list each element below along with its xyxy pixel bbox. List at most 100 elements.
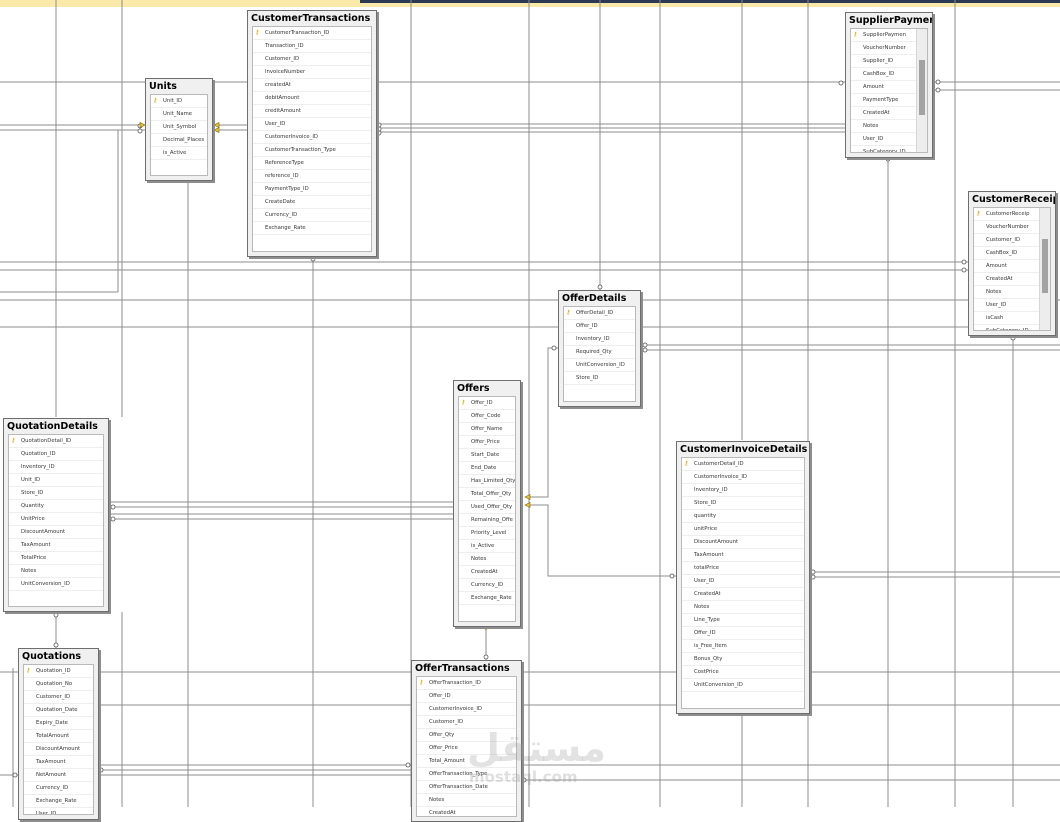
column-row[interactable]: OfferTransaction_Date — [417, 781, 516, 794]
column-row[interactable]: ReferenceType — [253, 157, 371, 170]
column-row[interactable]: UnitConversion_ID — [682, 679, 804, 692]
column-row[interactable]: CashBox_ID — [974, 247, 1040, 260]
column-row[interactable]: ⚷ SupplierPaymen — [851, 29, 917, 42]
column-row[interactable]: Unit_Symbol — [151, 121, 207, 134]
column-row[interactable]: CreatedAt — [459, 566, 515, 579]
column-row[interactable]: Notes — [682, 601, 804, 614]
column-row[interactable]: User_ID — [851, 133, 917, 146]
column-row[interactable]: CustomerInvoice_ID — [253, 131, 371, 144]
column-row[interactable]: Exchange_Rate — [253, 222, 371, 235]
column-row[interactable]: UnitConversion_ID — [9, 578, 103, 591]
scrollbar[interactable] — [1039, 208, 1050, 330]
column-row[interactable]: totalPrice — [682, 562, 804, 575]
column-row[interactable]: Start_Date — [459, 449, 515, 462]
column-row[interactable]: ⚷ CustomerDetail_ID — [682, 458, 804, 471]
column-row[interactable]: Offer_ID — [564, 320, 635, 333]
column-row[interactable]: Required_Qty — [564, 346, 635, 359]
column-row[interactable]: Notes — [417, 794, 516, 807]
column-row[interactable]: TaxAmount — [682, 549, 804, 562]
column-row[interactable]: Exchange_Rate — [24, 795, 93, 808]
column-row[interactable]: quantity — [682, 510, 804, 523]
column-row[interactable]: TaxAmount — [9, 539, 103, 552]
column-row[interactable]: Currency_ID — [253, 209, 371, 222]
column-row[interactable]: Notes — [974, 286, 1040, 299]
column-row[interactable]: Offer_ID — [417, 690, 516, 703]
column-row[interactable]: Amount — [974, 260, 1040, 273]
column-row[interactable]: DiscountAmount — [682, 536, 804, 549]
column-row[interactable]: InvoiceNumber — [253, 66, 371, 79]
column-row[interactable]: Offer_Name — [459, 423, 515, 436]
column-row[interactable]: VoucherNumber — [851, 42, 917, 55]
table-customerinvoicedetails[interactable]: CustomerInvoiceDetails ⚷ CustomerDetail_I… — [676, 441, 810, 714]
scrollbar-thumb[interactable] — [919, 59, 925, 116]
table-offertransactions[interactable]: OfferTransactions ⚷ OfferTransaction_ID Of… — [411, 660, 522, 822]
column-row[interactable]: Quantity — [9, 500, 103, 513]
column-row[interactable]: Currency_ID — [24, 782, 93, 795]
column-row[interactable]: Currency_ID — [459, 579, 515, 592]
table-units[interactable]: Units ⚷ Unit_ID Unit_Name Unit_Symbol Decima… — [145, 78, 213, 181]
column-row[interactable]: CustomerInvoice_ID — [417, 703, 516, 716]
column-row[interactable]: DiscountAmount — [24, 743, 93, 756]
column-row[interactable]: Inventory_ID — [682, 484, 804, 497]
column-row[interactable]: CashBox_ID — [851, 68, 917, 81]
column-row[interactable]: DiscountAmount — [9, 526, 103, 539]
column-row[interactable]: SubCategory_ID — [974, 325, 1040, 330]
column-row[interactable]: is_Free_Item — [682, 640, 804, 653]
column-row[interactable]: ⚷ QuotationDetail_ID — [9, 435, 103, 448]
column-row[interactable]: Amount — [851, 81, 917, 94]
column-row[interactable]: creditAmount — [253, 105, 371, 118]
column-row[interactable]: debitAmount — [253, 92, 371, 105]
column-row[interactable]: CreateDate — [253, 196, 371, 209]
column-row[interactable]: Quotation_ID — [9, 448, 103, 461]
column-row[interactable]: User_ID — [974, 299, 1040, 312]
column-row[interactable]: Bonus_Qty — [682, 653, 804, 666]
column-row[interactable]: ⚷ Offer_ID — [459, 397, 515, 410]
column-row[interactable]: Has_Limited_Qty — [459, 475, 515, 488]
column-row[interactable]: CustomerTransaction_Type — [253, 144, 371, 157]
column-row[interactable]: CreatedAt — [974, 273, 1040, 286]
column-row[interactable]: Offer_Code — [459, 410, 515, 423]
column-row[interactable]: Offer_Price — [417, 742, 516, 755]
column-row[interactable]: Line_Type — [682, 614, 804, 627]
column-row[interactable]: SubCategory_ID — [851, 146, 917, 152]
column-row[interactable]: UnitPrice — [9, 513, 103, 526]
table-supplierpayment[interactable]: SupplierPaymentV ⚷ SupplierPaymen VoucherN… — [845, 12, 933, 158]
column-row[interactable]: Notes — [851, 120, 917, 133]
column-row[interactable]: User_ID — [24, 808, 93, 814]
column-row[interactable]: Store_ID — [682, 497, 804, 510]
column-row[interactable]: Total_Offer_Qty — [459, 488, 515, 501]
column-row[interactable]: is_Active — [459, 540, 515, 553]
table-quotationdetails[interactable]: QuotationDetails ⚷ QuotationDetail_ID Quot… — [3, 418, 109, 612]
column-row[interactable]: ⚷ CustomerReceip — [974, 208, 1040, 221]
column-row[interactable]: TotalPrice — [9, 552, 103, 565]
table-quotations[interactable]: Quotations ⚷ Quotation_ID Quotation_No Cust… — [18, 648, 99, 820]
column-row[interactable]: ⚷ OfferTransaction_ID — [417, 677, 516, 690]
column-row[interactable]: Total_Amount — [417, 755, 516, 768]
column-row[interactable]: Exchange_Rate — [459, 592, 515, 605]
column-row[interactable]: User_ID — [253, 118, 371, 131]
column-row[interactable]: ⚷ Unit_ID — [151, 95, 207, 108]
column-row[interactable]: Decimal_Places — [151, 134, 207, 147]
column-row[interactable]: CustomerInvoice_ID — [682, 471, 804, 484]
column-row[interactable]: ⚷ OfferDetail_ID — [564, 307, 635, 320]
column-row[interactable]: Inventory_ID — [9, 461, 103, 474]
column-row[interactable]: Quotation_No — [24, 678, 93, 691]
column-row[interactable]: Unit_Name — [151, 108, 207, 121]
column-row[interactable]: Offer_ID — [682, 627, 804, 640]
column-row[interactable]: Inventory_ID — [564, 333, 635, 346]
column-row[interactable]: TotalAmount — [24, 730, 93, 743]
column-row[interactable]: CreatedAt — [851, 107, 917, 120]
column-row[interactable]: Offer_Qty — [417, 729, 516, 742]
column-row[interactable]: VoucherNumber — [974, 221, 1040, 234]
column-row[interactable]: Customer_ID — [974, 234, 1040, 247]
column-row[interactable]: isCash — [974, 312, 1040, 325]
column-row[interactable]: Customer_ID — [417, 716, 516, 729]
column-row[interactable]: Customer_ID — [24, 691, 93, 704]
column-row[interactable]: OfferTransaction_Type — [417, 768, 516, 781]
column-row[interactable]: NetAmount — [24, 769, 93, 782]
column-row[interactable]: ⚷ Quotation_ID — [24, 665, 93, 678]
column-row[interactable]: Expiry_Date — [24, 717, 93, 730]
table-customerreceipt[interactable]: CustomerReceiptV ⚷ CustomerReceip VoucherN… — [968, 191, 1056, 336]
column-row[interactable]: Quotation_Date — [24, 704, 93, 717]
column-row[interactable]: is_Active — [151, 147, 207, 160]
